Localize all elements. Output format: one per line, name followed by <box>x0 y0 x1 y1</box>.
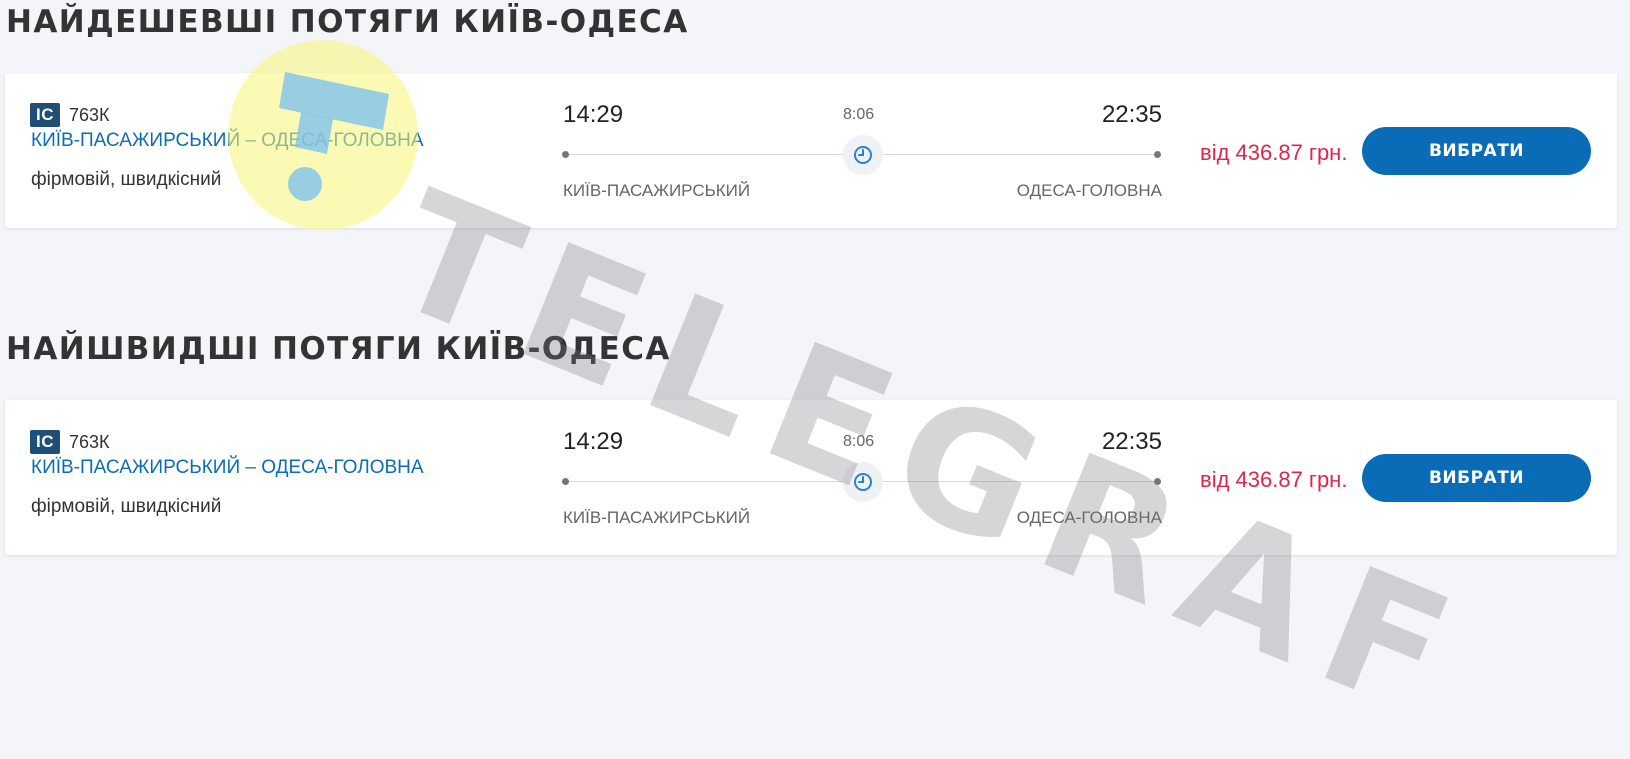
train-number: 763К <box>69 104 110 125</box>
clock-icon <box>843 462 883 502</box>
arrival-time: 22:35 <box>1101 428 1162 455</box>
arrival-station: ОДЕСА-ГОЛОВНА <box>1016 508 1162 527</box>
train-id: IC 763К <box>30 430 110 454</box>
choose-button[interactable]: ВИБРАТИ <box>1362 127 1591 175</box>
departure-dot <box>562 478 569 485</box>
ticket-price: від 436.87 грн. <box>1200 140 1348 165</box>
departure-station: КИЇВ-ПАСАЖИРСЬКИЙ <box>563 508 751 527</box>
train-type: фірмовій, швидкісний <box>31 169 222 190</box>
choose-button[interactable]: ВИБРАТИ <box>1362 454 1591 502</box>
intercity-badge: IC <box>30 430 60 454</box>
ticket-price: від 436.87 грн. <box>1200 467 1348 492</box>
departure-time: 14:29 <box>563 428 624 455</box>
intercity-badge: IC <box>30 103 60 127</box>
train-number: 763К <box>69 431 110 452</box>
section-title-cheapest: НАЙДЕШЕВШІ ПОТЯГИ КИЇВ-ОДЕСА <box>6 4 689 40</box>
arrival-dot <box>1154 151 1161 158</box>
departure-dot <box>562 151 569 158</box>
trip-duration: 8:06 <box>843 106 875 123</box>
departure-time: 14:29 <box>563 101 624 128</box>
train-id: IC 763К <box>30 103 110 127</box>
trip-duration: 8:06 <box>843 433 875 450</box>
arrival-time: 22:35 <box>1101 101 1162 128</box>
departure-station: КИЇВ-ПАСАЖИРСЬКИЙ <box>563 181 751 200</box>
train-card: IC 763К КИЇВ-ПАСАЖИРСЬКИЙ – ОДЕСА-ГОЛОВН… <box>5 73 1617 228</box>
train-route-link[interactable]: КИЇВ-ПАСАЖИРСЬКИЙ – ОДЕСА-ГОЛОВНА <box>31 130 424 152</box>
train-route-link[interactable]: КИЇВ-ПАСАЖИРСЬКИЙ – ОДЕСА-ГОЛОВНА <box>31 457 424 479</box>
train-card: IC 763К КИЇВ-ПАСАЖИРСЬКИЙ – ОДЕСА-ГОЛОВН… <box>5 400 1617 555</box>
train-type: фірмовій, швидкісний <box>31 496 222 517</box>
arrival-dot <box>1154 478 1161 485</box>
clock-icon <box>843 135 883 175</box>
section-title-fastest: НАЙШВИДШІ ПОТЯГИ КИЇВ-ОДЕСА <box>6 331 671 367</box>
arrival-station: ОДЕСА-ГОЛОВНА <box>1016 181 1162 200</box>
